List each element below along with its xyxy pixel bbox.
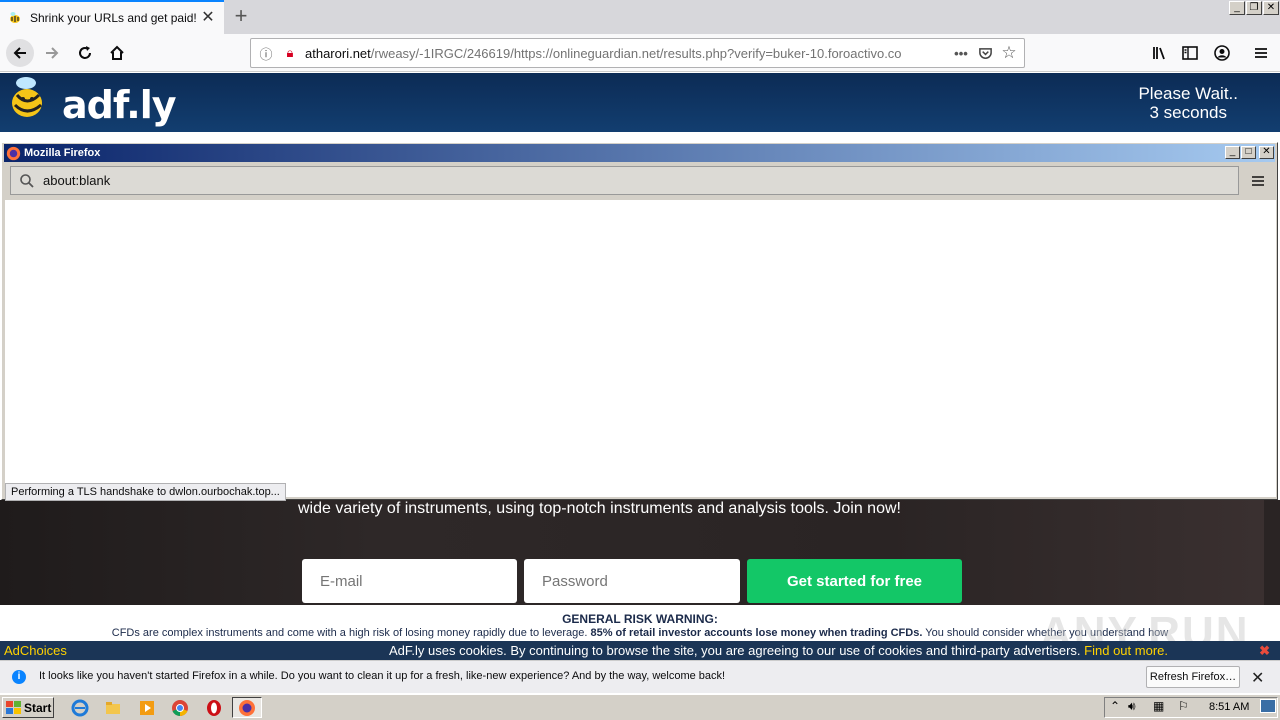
volume-icon[interactable]: 🔊︎ — [1128, 699, 1136, 714]
close-window-button[interactable]: ✕ — [1263, 1, 1279, 15]
new-tab-button[interactable]: + — [228, 4, 254, 30]
please-wait-label: Please Wait.. — [1138, 84, 1238, 103]
adfly-logo-text: adf.ly — [62, 83, 177, 127]
seconds-remaining: 3 seconds — [1149, 103, 1227, 122]
adfly-logo[interactable]: adf.ly — [10, 77, 177, 133]
popup-titlebar[interactable]: Mozilla Firefox _ □ ✕ — [4, 144, 1275, 162]
menu-button[interactable] — [1247, 39, 1275, 67]
cookie-close-icon[interactable]: ✖ — [1259, 641, 1270, 660]
info-icon: i — [12, 670, 26, 684]
url-text[interactable]: atharori.net/rweasy/-1IRGC/246619/https:… — [305, 46, 946, 61]
notification-text: It looks like you haven't started Firefo… — [39, 670, 726, 682]
start-label: Start — [24, 700, 52, 715]
adfly-bee-icon — [10, 12, 20, 23]
risk-body-emphasis: 85% of retail investor accounts lose mon… — [590, 627, 923, 639]
cookie-notice: AdF.ly uses cookies. By continuing to br… — [389, 641, 1168, 660]
media-player-icon[interactable] — [138, 699, 156, 717]
library-button[interactable] — [1146, 39, 1174, 67]
start-button[interactable]: Start — [2, 697, 54, 718]
password-input[interactable] — [524, 559, 740, 603]
navigation-toolbar: ⓘ 🔒︎ atharori.net/rweasy/-1IRGC/246619/h… — [0, 34, 1280, 72]
hero-text: wide variety of instruments, using top-n… — [298, 500, 901, 517]
tab-title: Shrink your URLs and get paid! — [30, 11, 197, 25]
firefox-icon[interactable] — [238, 699, 256, 717]
reload-button[interactable] — [71, 39, 99, 67]
get-started-button[interactable]: Get started for free — [747, 559, 962, 603]
popup-window: Mozilla Firefox _ □ ✕ about:blank Perfor… — [1, 142, 1278, 501]
chrome-icon[interactable] — [171, 699, 189, 717]
taskbar: Start ⌃ 🔊︎ ▦ ⚐ 8:51 AM — [0, 694, 1280, 720]
url-path: /rweasy/-1IRGC/246619/https://onlineguar… — [370, 45, 902, 61]
home-button[interactable] — [103, 39, 131, 67]
tab-strip: Shrink your URLs and get paid! ✕ + _ ❐ ✕ — [0, 0, 1280, 34]
ad-hero-section: wide variety of instruments, using top-n… — [0, 500, 1280, 605]
popup-close-button[interactable]: ✕ — [1259, 146, 1274, 159]
risk-body-text: CFDs are complex instruments and come wi… — [111, 627, 591, 639]
popup-menu-button[interactable] — [1247, 170, 1269, 192]
adchoices-link[interactable]: AdChoices — [4, 641, 67, 660]
popup-minimize-button[interactable]: _ — [1225, 146, 1240, 159]
firefox-icon — [6, 146, 21, 160]
action-center-flag-icon[interactable]: ⚐ — [1178, 699, 1189, 713]
hamburger-menu-icon — [1252, 176, 1264, 186]
network-icon[interactable]: ▦ — [1153, 699, 1164, 713]
browser-tab[interactable]: Shrink your URLs and get paid! ✕ — [0, 0, 224, 34]
sidebar-button[interactable] — [1176, 39, 1204, 67]
notification-bar: i It looks like you haven't started Fire… — [0, 660, 1280, 693]
notification-close-icon[interactable]: ✕ — [1251, 668, 1264, 688]
popup-status-text: Performing a TLS handshake to dwlon.ourb… — [5, 483, 286, 501]
forward-arrow-icon — [46, 47, 59, 59]
forward-button[interactable] — [38, 39, 66, 67]
insecure-lock-icon[interactable]: 🔒︎ — [281, 44, 299, 62]
sidebar-icon — [1182, 46, 1198, 60]
page-actions-icon[interactable]: ••• — [952, 44, 970, 62]
home-icon — [110, 45, 124, 60]
cookie-bar: AdChoices AdF.ly uses cookies. By contin… — [0, 641, 1280, 660]
show-desktop-icon[interactable] — [1260, 699, 1276, 713]
bee-mascot-icon — [12, 77, 42, 117]
reload-icon — [79, 46, 91, 59]
opera-icon[interactable] — [205, 699, 223, 717]
clock[interactable]: 8:51 AM — [1209, 701, 1249, 713]
minimize-button[interactable]: _ — [1229, 1, 1245, 15]
refresh-firefox-button[interactable]: Refresh Firefox… — [1146, 666, 1240, 688]
cookie-notice-text: AdF.ly uses cookies. By continuing to br… — [389, 643, 1081, 658]
popup-url-text[interactable]: about:blank — [43, 173, 110, 188]
popup-title: Mozilla Firefox — [24, 147, 101, 159]
popup-address-bar[interactable]: about:blank — [10, 166, 1239, 195]
bookmark-star-icon[interactable]: ☆ — [1000, 43, 1018, 62]
pocket-icon[interactable] — [976, 44, 994, 62]
back-button[interactable] — [6, 39, 34, 67]
search-icon — [20, 173, 34, 188]
internet-explorer-icon[interactable] — [71, 699, 89, 717]
account-button[interactable] — [1208, 39, 1236, 67]
popup-content — [5, 200, 1276, 497]
url-host: atharori.net — [305, 45, 371, 61]
tray-expand-icon[interactable]: ⌃ — [1110, 699, 1120, 713]
address-bar[interactable]: ⓘ 🔒︎ atharori.net/rweasy/-1IRGC/246619/h… — [250, 38, 1025, 68]
back-arrow-icon — [13, 47, 26, 59]
windows-flag-icon — [6, 701, 21, 714]
email-input[interactable] — [302, 559, 517, 603]
info-icon[interactable]: ⓘ — [257, 44, 275, 62]
adfly-header: adf.ly Please Wait.. 3 seconds — [0, 73, 1280, 135]
account-icon — [1214, 45, 1230, 61]
countdown: Please Wait.. 3 seconds — [1138, 84, 1238, 122]
library-icon — [1153, 47, 1165, 60]
hamburger-menu-icon — [1255, 48, 1267, 58]
file-explorer-icon[interactable] — [104, 699, 122, 717]
popup-maximize-button[interactable]: □ — [1241, 146, 1256, 159]
restore-button[interactable]: ❐ — [1246, 1, 1262, 15]
cookie-find-out-more-link[interactable]: Find out more. — [1084, 643, 1168, 658]
tab-close-icon[interactable]: ✕ — [200, 10, 216, 26]
